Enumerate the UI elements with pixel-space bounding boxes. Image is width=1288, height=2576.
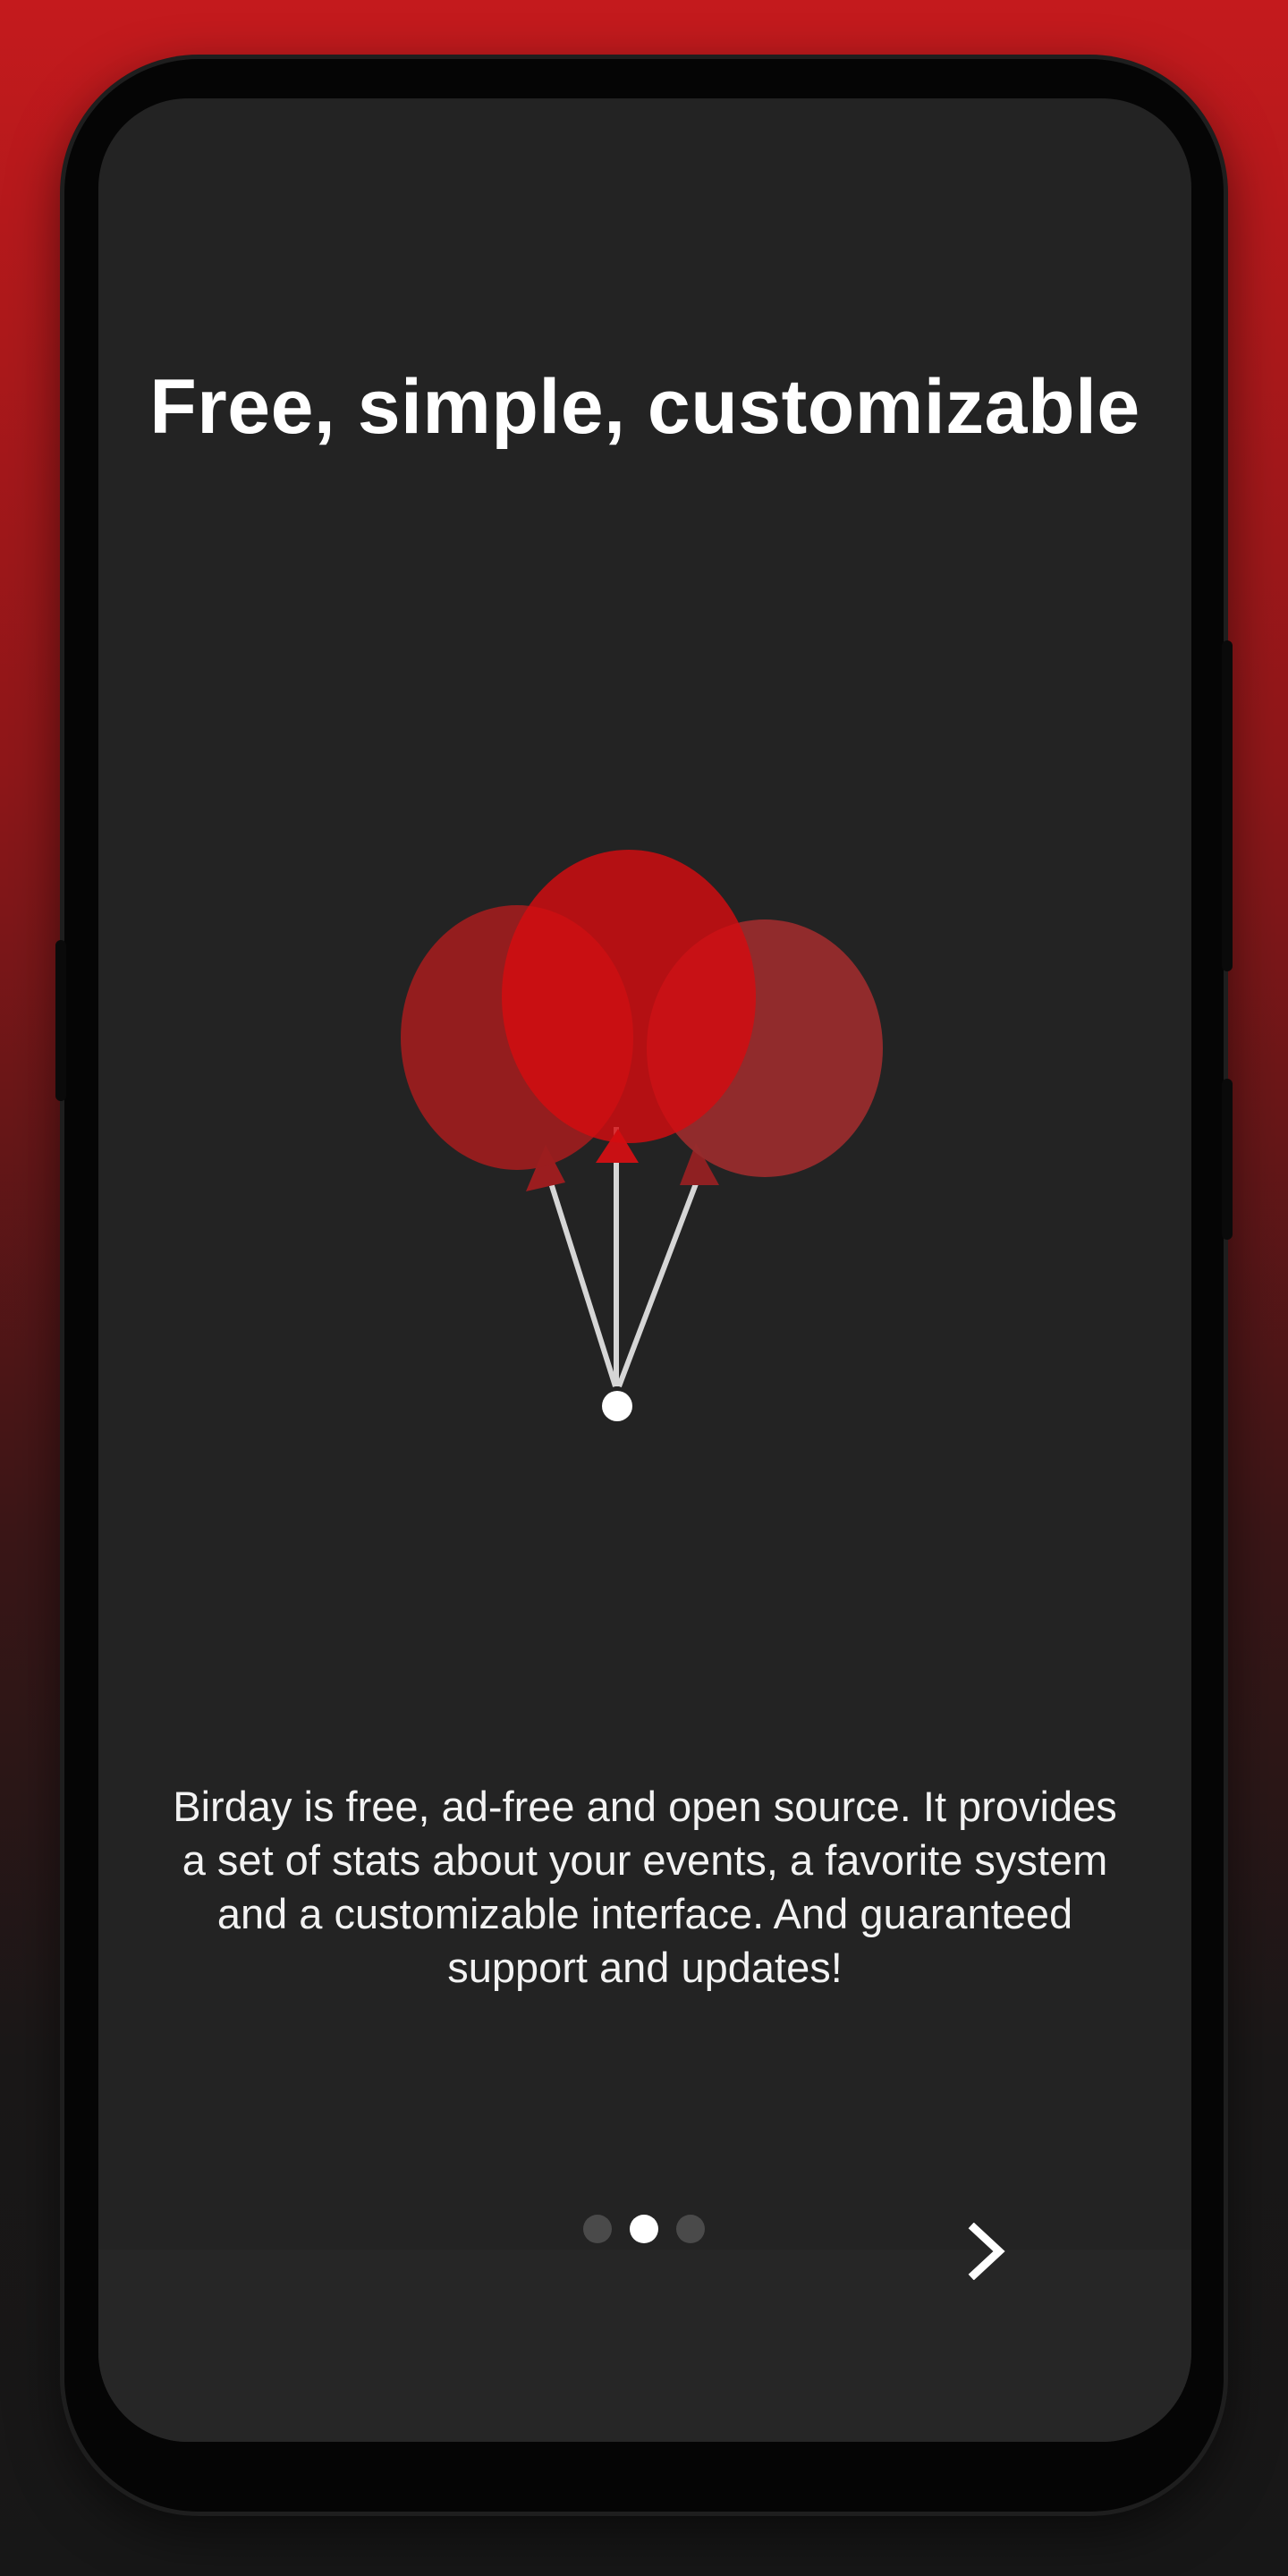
balloon-center — [502, 850, 756, 1143]
balloon-string-right — [616, 1165, 705, 1388]
chevron-right-icon — [968, 2223, 1005, 2280]
page-description: Birday is free, ad-free and open source.… — [173, 1783, 1117, 1991]
next-button[interactable] — [946, 2211, 1027, 2292]
phone-frame: Free, simple, customizable Birday is fre… — [55, 59, 1233, 2512]
balloon-anchor-dot — [602, 1391, 632, 1421]
page-indicator — [0, 2215, 1288, 2243]
balloon-string-left — [545, 1171, 618, 1387]
phone-side-button — [55, 940, 66, 1101]
phone-power-button — [1222, 640, 1233, 971]
onboarding-screen: Free, simple, customizable Birday is fre… — [98, 98, 1191, 2442]
page-dot-2-active[interactable] — [630, 2215, 658, 2243]
balloons-illustration — [401, 850, 883, 1421]
page-dot-1[interactable] — [583, 2215, 612, 2243]
phone-volume-button — [1222, 1079, 1233, 1240]
page-dot-3[interactable] — [676, 2215, 705, 2243]
bottom-navigation-bar — [98, 2250, 1191, 2442]
